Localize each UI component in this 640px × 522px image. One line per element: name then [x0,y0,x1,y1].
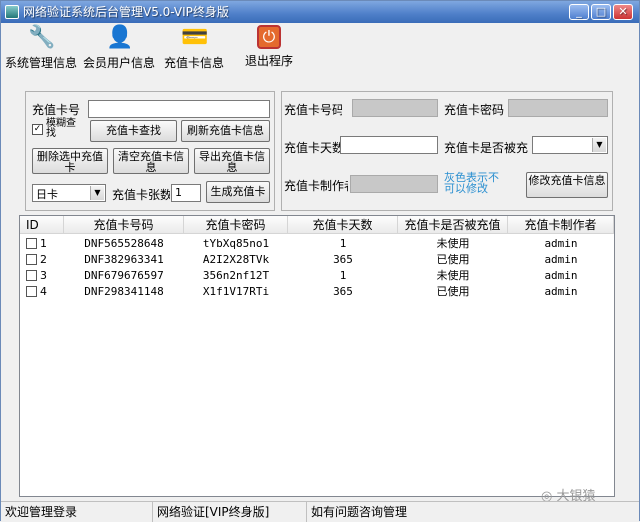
exit-label: 退出程序 [244,54,293,68]
fuzzy-search-label: 模糊查找 [46,118,76,139]
column-header-id[interactable]: ID [20,216,64,234]
edit-creator-label: 充值卡制作者 [284,179,348,193]
row-id: 4 [40,285,47,298]
toolbar: 🔧 系统管理信息 👤 会员用户信息 💳 充值卡信息 ⏻ 退出程序 [1,23,639,71]
table-row[interactable]: 4 DNF298341148 X1f1V17RTi 365 已使用 admin [20,284,614,300]
member-info-button[interactable]: 👤 会员用户信息 [81,25,157,71]
row-id: 2 [40,253,47,266]
status-welcome: 欢迎管理登录 [1,502,153,522]
search-card-button[interactable]: 充值卡查找 [90,120,177,142]
row-checkbox[interactable] [26,270,37,281]
edit-password-label: 充值卡密码 [444,103,505,117]
card-count-label: 充值卡张数 [112,188,170,202]
row-days: 1 [339,237,347,250]
chevron-down-icon: ▼ [90,186,104,200]
row-id: 1 [40,237,47,250]
exit-icon: ⏻ [257,25,281,49]
app-icon [5,5,19,19]
row-card-no: DNF298341148 [84,285,164,298]
member-info-label: 会员用户信息 [82,56,155,70]
card-table[interactable]: ID 充值卡号码 充值卡密码 充值卡天数 充值卡是否被充值 充值卡制作者 1 D… [19,215,615,497]
window-title: 网络验证系统后台管理V5.0-VIP终身版 [23,5,229,19]
row-id: 3 [40,269,47,282]
edit-days-input[interactable] [340,136,438,154]
locked-field-hint: 灰色表示不可以修改 [444,171,499,195]
row-password: 356n2nf12T [202,269,270,282]
row-checkbox[interactable] [26,238,37,249]
row-password: tYbXq85no1 [202,237,270,250]
table-row[interactable]: 2 DNF382963341 A2I2X28TVk 365 已使用 admin [20,252,614,268]
user-icon: 👤 [106,25,134,50]
generate-cards-button[interactable]: 生成充值卡 [206,181,270,203]
row-creator: admin [544,253,578,266]
row-checkbox[interactable] [26,254,37,265]
column-header-card-no[interactable]: 充值卡号码 [64,216,184,234]
row-creator: admin [544,237,578,250]
card-info-button[interactable]: 💳 充值卡信息 [161,25,227,71]
edit-card-no-field [352,99,438,117]
modify-card-button[interactable]: 修改充值卡信息 [526,172,608,198]
edit-password-field [508,99,608,117]
row-card-no: DNF382963341 [84,253,164,266]
table-header: ID 充值卡号码 充值卡密码 充值卡天数 充值卡是否被充值 充值卡制作者 [20,216,614,234]
column-header-days[interactable]: 充值卡天数 [288,216,398,234]
card-no-label: 充值卡号 [32,103,81,117]
card-type-value: 日卡 [36,188,58,201]
close-button[interactable]: ✕ [613,4,633,20]
column-header-creator[interactable]: 充值卡制作者 [508,216,614,234]
row-status: 未使用 [436,269,470,282]
card-icon: 💳 [181,25,209,50]
fuzzy-search-checkbox[interactable]: ✓ [32,124,43,135]
row-status: 未使用 [436,237,470,250]
card-info-label: 充值卡信息 [163,56,224,70]
maximize-button[interactable]: □ [591,4,611,20]
column-header-recharged[interactable]: 充值卡是否被充值 [398,216,508,234]
row-creator: admin [544,285,578,298]
delete-selected-button[interactable]: 删除选中充值卡 [32,148,108,174]
row-days: 365 [333,285,353,298]
export-cards-button[interactable]: 导出充值卡信息 [194,148,270,174]
edit-card-no-label: 充值卡号码 [284,103,342,117]
edit-recharged-label: 充值卡是否被充 [444,141,528,155]
row-days: 1 [339,269,347,282]
exit-button[interactable]: ⏻ 退出程序 [243,25,295,69]
search-panel: 充值卡号 ✓ 模糊查找 充值卡查找 刷新充值卡信息 删除选中充值卡 清空充值卡信… [25,91,275,211]
minimize-button[interactable]: _ [569,4,589,20]
edit-recharged-select[interactable]: ▼ [532,136,608,154]
status-bar: 欢迎管理登录 网络验证[VIP终身版] 如有问题咨询管理 [1,501,639,522]
row-password: A2I2X28TVk [202,253,270,266]
system-info-label: 系统管理信息 [5,56,78,70]
table-row[interactable]: 1 DNF565528648 tYbXq85no1 1 未使用 admin [20,236,614,252]
title-bar[interactable]: 网络验证系统后台管理V5.0-VIP终身版 _ □ ✕ [1,1,639,23]
status-edition: 网络验证[VIP终身版] [153,502,307,522]
clear-cards-button[interactable]: 清空充值卡信息 [113,148,189,174]
status-contact: 如有问题咨询管理 [311,505,408,519]
chevron-down-icon: ▼ [592,138,606,152]
row-card-no: DNF565528648 [84,237,164,250]
row-status: 已使用 [436,253,470,266]
row-days: 365 [333,253,353,266]
row-checkbox[interactable] [26,286,37,297]
refresh-cards-button[interactable]: 刷新充值卡信息 [181,120,270,142]
card-count-input[interactable]: 1 [171,184,201,202]
edit-days-label: 充值卡天数 [284,141,342,155]
row-card-no: DNF679676597 [84,269,164,282]
row-status: 已使用 [436,285,470,298]
row-creator: admin [544,269,578,282]
app-window: 网络验证系统后台管理V5.0-VIP终身版 _ □ ✕ 🔧 系统管理信息 👤 会… [0,0,640,522]
system-info-button[interactable]: 🔧 系统管理信息 [5,25,77,71]
card-type-select[interactable]: 日卡 ▼ [32,184,106,202]
wrench-icon: 🔧 [28,25,56,50]
edit-panel: 充值卡号码 充值卡密码 充值卡天数 充值卡是否被充 ▼ 充值卡制作者 灰色表示不… [281,91,613,211]
column-header-password[interactable]: 充值卡密码 [184,216,288,234]
edit-creator-field [350,175,438,193]
row-password: X1f1V17RTi [202,285,270,298]
card-no-input[interactable] [88,100,270,118]
table-row[interactable]: 3 DNF679676597 356n2nf12T 1 未使用 admin [20,268,614,284]
